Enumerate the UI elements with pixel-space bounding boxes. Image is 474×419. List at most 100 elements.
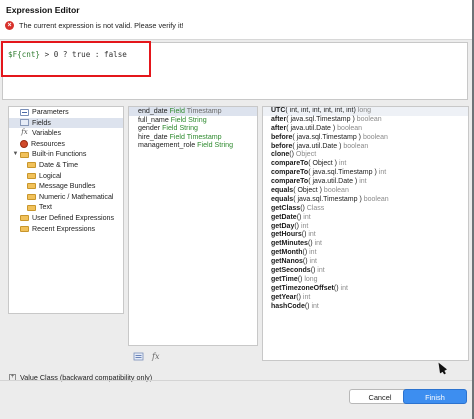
tree-item-label: Logical: [39, 171, 62, 180]
field-row[interactable]: hire_date Field Timestamp: [129, 133, 257, 142]
tree-item[interactable]: Parameters: [9, 107, 123, 118]
method-name: getClass: [271, 204, 301, 212]
field-name: management_role: [138, 141, 198, 150]
tree-item[interactable]: Numeric / Mathematical: [9, 192, 123, 203]
method-return-type: int: [301, 213, 311, 221]
method-row[interactable]: getHours() int: [263, 231, 468, 240]
tree-item-label: Date & Time: [39, 160, 79, 169]
method-return-type: int: [306, 231, 316, 239]
tree-item[interactable]: User Defined Expressions: [9, 213, 123, 224]
tree-item[interactable]: Recent Expressions: [9, 224, 123, 235]
tree-item[interactable]: Text: [9, 202, 123, 213]
category-tree[interactable]: Parameters Fields fx Variables Resources ▼ Bui…: [8, 106, 124, 314]
folder-icon: [20, 215, 29, 222]
cancel-button[interactable]: Cancel: [349, 389, 411, 404]
tree-item-label: Fields: [32, 118, 51, 127]
field-row[interactable]: end_date Field Timestamp: [129, 107, 257, 116]
method-return-type: int: [337, 160, 347, 168]
method-name: getHours: [271, 231, 302, 239]
field-keyword: Field: [169, 132, 185, 141]
method-args: ( int, int, int, int, int, int): [285, 107, 356, 114]
method-row[interactable]: before( java.util.Date ) boolean: [263, 143, 468, 152]
method-name: UTC: [271, 107, 286, 114]
tree-item-label: Variables: [32, 129, 62, 138]
method-row[interactable]: getNanos() int: [263, 258, 468, 267]
tree-item[interactable]: Fields: [9, 117, 123, 129]
dialog-header: Expression Editor × The current expressi…: [0, 0, 474, 40]
expression-editor[interactable]: $F{cnt} > 0 ? true : false: [1, 41, 468, 100]
tree-item-label: Message Bundles: [39, 182, 96, 191]
method-name: getDay: [271, 222, 295, 230]
method-args: ( java.sql.Timestamp ): [308, 169, 377, 177]
method-row[interactable]: equals( Object ) boolean: [263, 187, 468, 196]
expression-text[interactable]: $F{cnt} > 0 ? true : false: [8, 50, 127, 59]
tree-item[interactable]: Logical: [9, 171, 123, 182]
tree-item-label: User Defined Expressions: [32, 213, 115, 222]
method-name: equals: [271, 195, 294, 203]
tree-item[interactable]: Message Bundles: [9, 181, 123, 192]
method-name: before: [271, 142, 293, 150]
method-row[interactable]: getMinutes() int: [263, 240, 468, 249]
insert-field-icon[interactable]: [133, 351, 144, 361]
method-name: compareTo: [271, 169, 309, 177]
method-return-type: long: [355, 107, 371, 114]
tree-item[interactable]: Date & Time: [9, 160, 123, 171]
method-row[interactable]: compareTo( java.util.Date ) int: [263, 178, 468, 187]
tree-item[interactable]: fx Variables: [9, 128, 123, 139]
dialog-body: $F{cnt} > 0 ? true : false Parameters Fie…: [0, 40, 474, 419]
method-name: equals: [271, 187, 294, 195]
method-row[interactable]: getTime() long: [263, 276, 468, 285]
method-return-type: int: [312, 240, 322, 248]
method-return-type: boolean: [321, 187, 349, 195]
method-args: ( java.sql.Timestamp ): [286, 115, 355, 123]
method-args: ( java.util.Date ): [308, 178, 358, 186]
error-highlight-box: [1, 41, 151, 77]
field-name: hire_date: [138, 132, 170, 141]
method-row[interactable]: clone() Object: [263, 151, 468, 160]
fields-list[interactable]: end_date Field Timestamp full_name Field …: [128, 106, 258, 346]
method-row[interactable]: getMonth() int: [263, 249, 468, 258]
method-return-type: int: [307, 249, 317, 257]
tree-item[interactable]: ▼ Built-in Functions: [9, 149, 123, 160]
method-name: after: [271, 115, 287, 123]
field-row[interactable]: gender Field String: [129, 124, 257, 133]
tree-item-label: Parameters: [32, 108, 69, 116]
method-name: compareTo: [271, 160, 309, 168]
method-name: getTime: [271, 275, 298, 283]
method-row[interactable]: getSeconds() int: [263, 267, 468, 276]
method-row[interactable]: equals( java.sql.Timestamp ) boolean: [263, 196, 468, 205]
tree-item[interactable]: Resources: [9, 139, 123, 150]
method-return-type: int: [357, 178, 367, 186]
method-row[interactable]: before( java.sql.Timestamp ) boolean: [263, 134, 468, 143]
method-row[interactable]: after( java.sql.Timestamp ) boolean: [263, 116, 468, 125]
field-type: String: [179, 124, 198, 133]
method-row[interactable]: getDay() int: [263, 223, 468, 232]
expand-arrow-icon[interactable]: ▼: [12, 149, 19, 160]
method-row[interactable]: compareTo( java.sql.Timestamp ) int: [263, 169, 468, 178]
tree-item-label: Built-in Functions: [32, 150, 87, 159]
insert-function-icon[interactable]: fx: [152, 352, 159, 361]
method-return-type: int: [307, 258, 317, 266]
field-keyword: Field: [197, 141, 213, 150]
field-row[interactable]: full_name Field String: [129, 116, 257, 125]
error-row: × The current expression is not valid. P…: [5, 21, 184, 30]
method-row[interactable]: getDate() int: [263, 214, 468, 223]
method-return-type: Class: [304, 204, 325, 212]
method-row[interactable]: getYear() int: [263, 294, 468, 303]
method-row[interactable]: after( java.util.Date ) boolean: [263, 125, 468, 134]
method-row[interactable]: hashCode() int: [263, 303, 468, 312]
methods-list[interactable]: UTC( int, int, int, int, int, int) long a…: [262, 106, 469, 361]
method-args: ( Object ): [293, 187, 322, 195]
dialog-title: Expression Editor: [6, 5, 80, 15]
method-name: hashCode: [271, 302, 305, 310]
method-row[interactable]: getTimezoneOffset() int: [263, 285, 468, 294]
method-return-type: boolean: [354, 115, 382, 123]
method-args: ( java.sql.Timestamp ): [293, 195, 362, 203]
method-row[interactable]: compareTo( Object ) int: [263, 160, 468, 169]
method-row[interactable]: getClass() Class: [263, 205, 468, 214]
method-row[interactable]: UTC( int, int, int, int, int, int) long: [263, 107, 468, 116]
tree-item-label: Recent Expressions: [32, 224, 96, 233]
method-name: clone: [271, 151, 290, 159]
finish-button[interactable]: Finish: [403, 389, 467, 404]
field-row[interactable]: management_role Field String: [129, 141, 257, 150]
